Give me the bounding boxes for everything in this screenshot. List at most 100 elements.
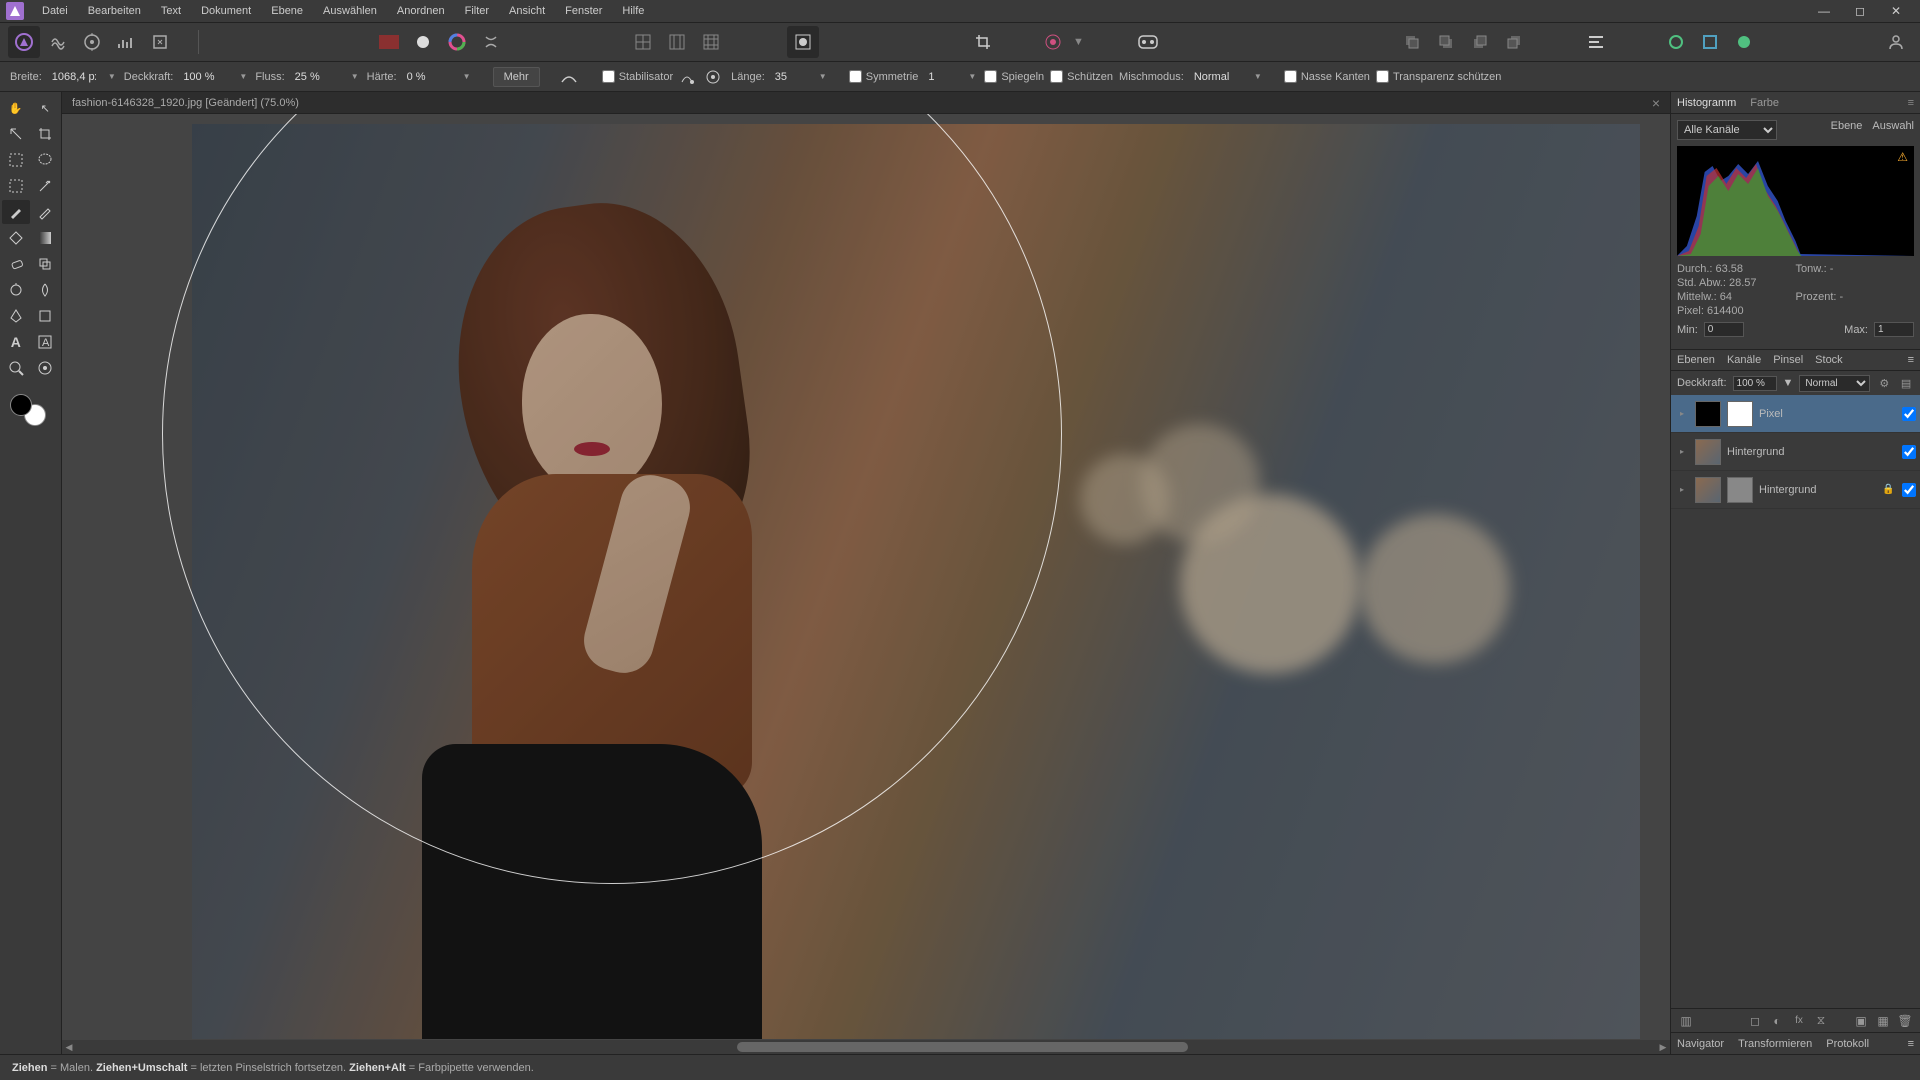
stabilizer-checkbox[interactable]: Stabilisator <box>602 70 673 83</box>
color-swatch[interactable] <box>2 390 59 430</box>
length-dropdown[interactable]: ▼ <box>817 72 829 81</box>
crop-tool[interactable] <box>32 122 60 146</box>
tab-pinsel[interactable]: Pinsel <box>1773 354 1803 366</box>
warning-icon[interactable]: ⚠ <box>1897 150 1908 164</box>
more-button[interactable]: Mehr <box>493 67 540 87</box>
blend-input[interactable] <box>1190 69 1246 85</box>
bottom-options-icon[interactable]: ≡ <box>1908 1038 1914 1050</box>
layer-item[interactable]: ▸ Pixel <box>1671 395 1920 433</box>
rope-stabilizer-icon[interactable] <box>679 69 699 85</box>
close-tab-icon[interactable]: × <box>1652 95 1660 111</box>
assistant-icon[interactable] <box>1037 26 1069 58</box>
menu-dokument[interactable]: Dokument <box>191 2 261 20</box>
mirror-checkbox[interactable]: Spiegeln <box>984 70 1044 83</box>
move-tool[interactable]: ↖ <box>32 96 60 120</box>
adjustment-layer-icon[interactable]: ◐ <box>1768 1012 1786 1030</box>
shape-tool[interactable] <box>32 304 60 328</box>
menu-fenster[interactable]: Fenster <box>555 2 612 20</box>
max-input[interactable] <box>1874 322 1914 337</box>
layer-thumbnail[interactable] <box>1695 401 1721 427</box>
marquee-tool[interactable] <box>2 174 30 198</box>
expand-icon[interactable]: ▸ <box>1675 447 1689 456</box>
layer-name[interactable]: Hintergrund <box>1759 484 1876 496</box>
grid1-icon[interactable] <box>627 26 659 58</box>
tab-protokoll[interactable]: Protokoll <box>1826 1038 1869 1050</box>
layer-blend-select[interactable]: Normal <box>1799 375 1870 392</box>
arrange-front-icon[interactable] <box>1498 26 1530 58</box>
photo-persona-button[interactable] <box>8 26 40 58</box>
menu-text[interactable]: Text <box>151 2 191 20</box>
opacity-dropdown[interactable]: ▼ <box>237 72 249 81</box>
brush-shape-icon[interactable] <box>407 26 439 58</box>
vr-icon[interactable] <box>1132 26 1164 58</box>
text-tool[interactable]: A <box>2 330 30 354</box>
layer-visibility-icon[interactable] <box>1902 407 1916 421</box>
arrange-backward-icon[interactable] <box>1430 26 1462 58</box>
menu-auswaehlen[interactable]: Auswählen <box>313 2 387 20</box>
opacity-input[interactable] <box>179 69 231 85</box>
trans-checkbox[interactable]: Transparenz schützen <box>1376 70 1501 83</box>
pencil-tool[interactable] <box>32 200 60 224</box>
hardness-dropdown[interactable]: ▼ <box>461 72 473 81</box>
paint-mixer-icon[interactable] <box>475 26 507 58</box>
layer-opacity-input[interactable] <box>1733 376 1777 391</box>
arrange-forward-icon[interactable] <box>1464 26 1496 58</box>
arrange-back-icon[interactable] <box>1396 26 1428 58</box>
expand-icon[interactable]: ▸ <box>1675 409 1689 418</box>
foreground-color[interactable] <box>10 394 32 416</box>
menu-datei[interactable]: Datei <box>32 2 78 20</box>
layer-visibility-icon[interactable] <box>1902 483 1916 497</box>
symmetry-input[interactable] <box>924 69 960 85</box>
layer-mask[interactable] <box>1727 477 1753 503</box>
quickmask-icon[interactable] <box>787 26 819 58</box>
menu-bearbeiten[interactable]: Bearbeiten <box>78 2 151 20</box>
length-input[interactable] <box>771 69 811 85</box>
selection-tool[interactable] <box>2 148 30 172</box>
fill-tool[interactable] <box>2 226 30 250</box>
picker-tool[interactable] <box>32 356 60 380</box>
color-wheel-icon[interactable] <box>441 26 473 58</box>
layer-name[interactable]: Pixel <box>1759 408 1896 420</box>
layer-menu-icon[interactable]: ▤ <box>1898 375 1914 391</box>
scrollbar-thumb[interactable] <box>737 1042 1187 1052</box>
scroll-right-icon[interactable]: ▶ <box>1656 1042 1670 1053</box>
layer-gear-icon[interactable]: ⚙ <box>1876 375 1892 391</box>
horizontal-scrollbar[interactable]: ◀ ▶ <box>62 1040 1670 1054</box>
grid2-icon[interactable] <box>661 26 693 58</box>
tab-histogram[interactable]: Histogramm <box>1677 97 1736 109</box>
min-input[interactable] <box>1704 322 1744 337</box>
grid3-icon[interactable] <box>695 26 727 58</box>
layer-thumbnail[interactable] <box>1695 439 1721 465</box>
hand-tool[interactable]: ✋ <box>2 96 30 120</box>
tab-stock[interactable]: Stock <box>1815 354 1843 366</box>
clone-tool[interactable] <box>32 252 60 276</box>
layers-options-icon[interactable]: ≡ <box>1908 354 1914 366</box>
menu-hilfe[interactable]: Hilfe <box>612 2 654 20</box>
crop-tool-icon[interactable] <box>967 26 999 58</box>
zoom-tool[interactable] <box>2 356 30 380</box>
node-tool[interactable] <box>2 122 30 146</box>
symmetry-dropdown[interactable]: ▼ <box>966 72 978 81</box>
fx-layer-icon[interactable]: fx <box>1790 1012 1808 1030</box>
layer-mask[interactable] <box>1727 401 1753 427</box>
pressure-icon[interactable] <box>560 70 582 84</box>
flow-input[interactable] <box>291 69 343 85</box>
blend-dropdown[interactable]: ▼ <box>1252 72 1264 81</box>
canvas[interactable] <box>62 114 1670 1040</box>
expand-icon[interactable]: ▸ <box>1675 485 1689 494</box>
layer-name[interactable]: Hintergrund <box>1727 446 1896 458</box>
scroll-left-icon[interactable]: ◀ <box>62 1042 76 1053</box>
layer-item[interactable]: ▸ Hintergrund 🔒 <box>1671 471 1920 509</box>
live-filter-icon[interactable]: ⧖ <box>1812 1012 1830 1030</box>
menu-anordnen[interactable]: Anordnen <box>387 2 455 20</box>
width-dropdown[interactable]: ▼ <box>106 72 118 81</box>
hist-ebene-link[interactable]: Ebene <box>1831 120 1863 132</box>
width-input[interactable] <box>48 69 100 85</box>
document-tab[interactable]: fashion-6146328_1920.jpg [Geändert] (75.… <box>62 92 1670 114</box>
layer-item[interactable]: ▸ Hintergrund <box>1671 433 1920 471</box>
menu-ebene[interactable]: Ebene <box>261 2 313 20</box>
liquify-persona-button[interactable] <box>42 26 74 58</box>
delete-layer-icon[interactable]: 🗑 <box>1896 1012 1914 1030</box>
frame-text-tool[interactable]: A <box>32 330 60 354</box>
paint-brush-tool[interactable] <box>2 200 30 224</box>
